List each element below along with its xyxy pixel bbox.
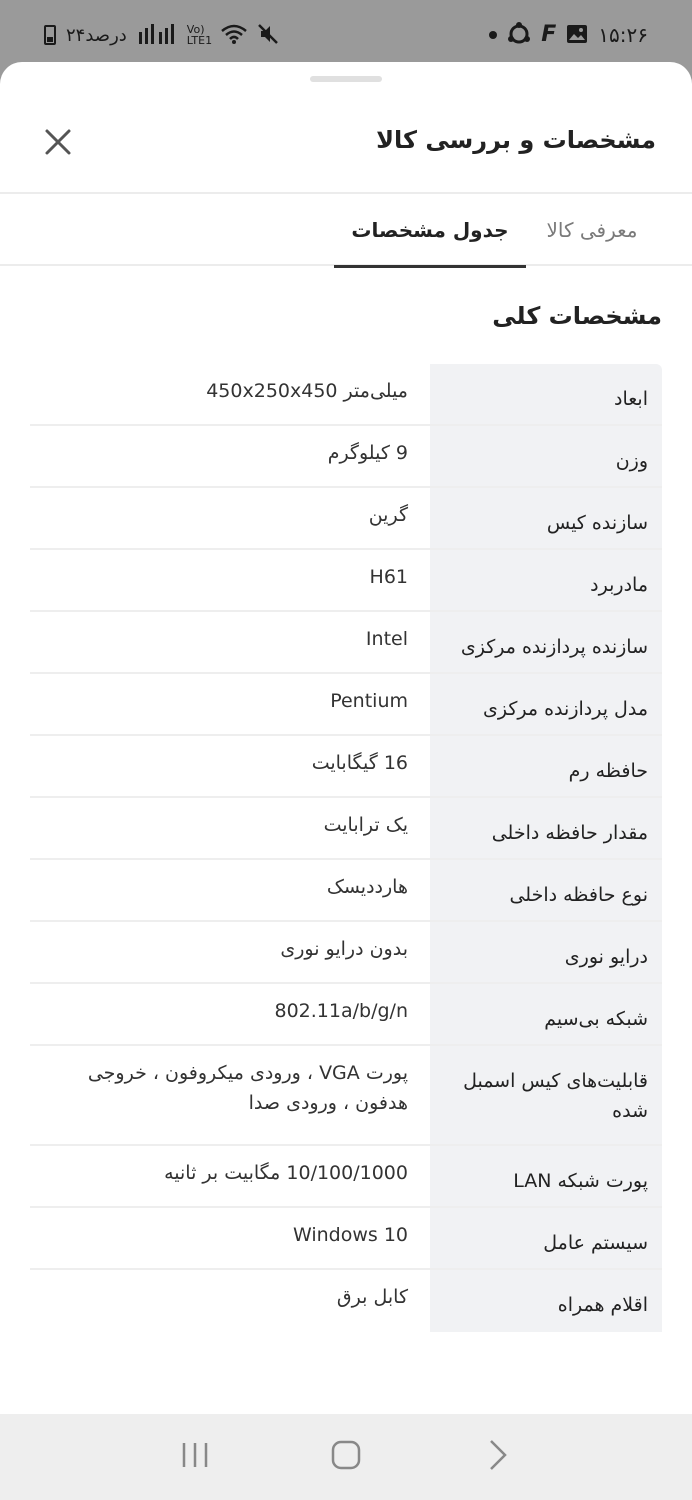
table-row: شبکه بی‌سیم 802.11a/b/g/n: [30, 984, 662, 1046]
recent-apps-button[interactable]: [165, 1427, 225, 1487]
sheet-header: مشخصات و بررسی کالا: [0, 104, 692, 194]
spec-key: حافظه رم: [430, 736, 662, 796]
close-button[interactable]: [38, 124, 78, 164]
app-notification-icon: [507, 21, 531, 49]
table-row: قابلیت‌های کیس اسمبل شده پورت VGA ، ورود…: [30, 1046, 662, 1146]
spec-value: Pentium: [330, 690, 408, 712]
table-row: سازنده کیس گرین: [30, 488, 662, 550]
spec-key: وزن: [430, 426, 662, 486]
sheet-title: مشخصات و بررسی کالا: [376, 126, 656, 154]
spec-value: پورت VGA ، ورودی میکروفون ، خروجی هدفون …: [87, 1062, 408, 1115]
spec-table: ابعاد میلی‌متر 450x250x450 وزن 9 کیلوگرم…: [30, 364, 662, 1332]
system-nav-bar: [0, 1414, 692, 1500]
status-time: ۱۵:۲۶: [598, 23, 648, 47]
spec-key: ابعاد: [430, 364, 662, 424]
status-left: ۲۴درصد Vo) LTE1: [44, 23, 279, 48]
f-app-icon: F: [541, 22, 557, 47]
spec-key: اقلام همراه: [430, 1270, 662, 1332]
spec-value: H61: [369, 566, 408, 588]
section-title: مشخصات کلی: [492, 302, 662, 330]
back-button[interactable]: [467, 1427, 527, 1487]
spec-value: بدون درایو نوری: [280, 938, 408, 960]
tab-bar: معرفی کالا جدول مشخصات: [0, 194, 692, 268]
spec-sheet: مشخصات و بررسی کالا معرفی کالا جدول مشخص…: [0, 62, 692, 1414]
table-row: درایو نوری بدون درایو نوری: [30, 922, 662, 984]
spec-value: 16 گیگابایت: [311, 752, 408, 774]
spec-value: 802.11a/b/g/n: [274, 1000, 409, 1022]
spec-value: هارددیسک: [326, 876, 408, 898]
spec-key: پورت شبکه LAN: [430, 1146, 662, 1206]
table-row: وزن 9 کیلوگرم: [30, 426, 662, 488]
table-row: سیستم عامل Windows 10: [30, 1208, 662, 1270]
battery-text: ۲۴درصد: [66, 24, 127, 46]
wifi-icon: [220, 24, 247, 47]
table-row: ابعاد میلی‌متر 450x250x450: [30, 364, 662, 426]
table-row: پورت شبکه LAN 10/100/1000 مگابیت بر ثانی…: [30, 1146, 662, 1208]
spec-key: مادربرد: [430, 550, 662, 610]
table-row: سازنده پردازنده مرکزی Intel: [30, 612, 662, 674]
tab-spec-table[interactable]: جدول مشخصات: [334, 194, 526, 268]
close-icon: [44, 128, 72, 160]
table-row: اقلام همراه کابل برق: [30, 1270, 662, 1332]
spec-value: 9 کیلوگرم: [327, 442, 408, 464]
spec-key: مقدار حافظه داخلی: [430, 798, 662, 858]
spec-value: Windows 10: [292, 1224, 408, 1246]
spec-key: سیستم عامل: [430, 1208, 662, 1268]
spec-value: گرین: [368, 504, 408, 526]
spec-key: درایو نوری: [430, 922, 662, 982]
mute-icon: [257, 23, 279, 48]
spec-key: سازنده پردازنده مرکزی: [430, 612, 662, 672]
network-type: Vo) LTE1: [186, 23, 213, 47]
spec-key: مدل پردازنده مرکزی: [430, 674, 662, 734]
recent-apps-icon: [180, 1441, 210, 1473]
spec-key: سازنده کیس: [430, 488, 662, 548]
table-row: حافظه رم 16 گیگابایت: [30, 736, 662, 798]
home-icon: [330, 1439, 362, 1475]
spec-key: قابلیت‌های کیس اسمبل شده: [430, 1046, 662, 1144]
tab-product-intro[interactable]: معرفی کالا: [522, 194, 662, 266]
spec-value: Intel: [365, 628, 408, 650]
back-chevron-icon: [487, 1439, 507, 1475]
spec-key: نوع حافظه داخلی: [430, 860, 662, 920]
spec-value: یک ترابایت: [323, 814, 408, 836]
spec-value: میلی‌متر 450x250x450: [206, 380, 408, 402]
table-row: مادربرد H61: [30, 550, 662, 612]
spec-key: شبکه بی‌سیم: [430, 984, 662, 1044]
gallery-icon: [566, 24, 588, 47]
table-row: نوع حافظه داخلی هارددیسک: [30, 860, 662, 922]
signal-icon: [137, 23, 177, 47]
status-bar: ۲۴درصد Vo) LTE1 F ۱۵:۲۶: [0, 0, 692, 70]
home-button[interactable]: [316, 1427, 376, 1487]
status-right: F ۱۵:۲۶: [489, 21, 648, 49]
table-row: مدل پردازنده مرکزی Pentium: [30, 674, 662, 736]
table-row: مقدار حافظه داخلی یک ترابایت: [30, 798, 662, 860]
spec-value: کابل برق: [336, 1286, 408, 1308]
notification-dot-icon: [489, 31, 498, 39]
spec-value: 10/100/1000 مگابیت بر ثانیه: [164, 1162, 408, 1184]
battery-icon: [44, 25, 56, 45]
drag-handle[interactable]: [310, 76, 382, 82]
